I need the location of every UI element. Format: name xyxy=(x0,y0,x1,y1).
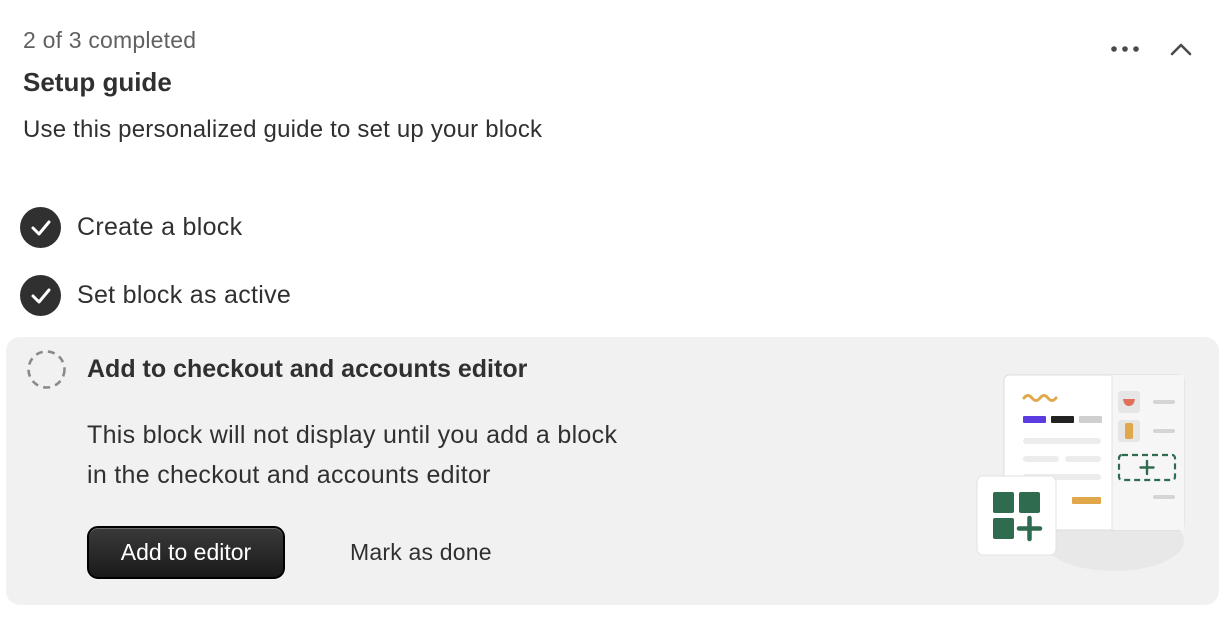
header-actions xyxy=(1106,30,1200,68)
more-horizontal-icon xyxy=(1111,46,1139,52)
progress-text: 2 of 3 completed xyxy=(23,27,197,53)
setup-guide-subtitle: Use this personalized guide to set up yo… xyxy=(23,116,543,143)
step-label[interactable]: Add to checkout and accounts editor xyxy=(87,355,527,384)
step-complete-toggle[interactable] xyxy=(20,207,61,248)
setup-guide-title: Setup guide xyxy=(23,67,172,97)
incomplete-circle-icon[interactable] xyxy=(26,349,67,390)
more-actions-button[interactable] xyxy=(1106,30,1144,68)
add-to-editor-button[interactable]: Add to editor xyxy=(87,526,285,579)
step-set-active: Set block as active xyxy=(20,275,291,316)
checkmark-icon xyxy=(31,220,50,235)
step-label[interactable]: Set block as active xyxy=(77,281,291,310)
checkmark-icon xyxy=(31,288,50,303)
step-create-block: Create a block xyxy=(20,207,242,248)
step-label[interactable]: Create a block xyxy=(77,213,242,242)
mark-as-done-button[interactable]: Mark as done xyxy=(336,526,506,579)
step-add-to-editor: Add to checkout and accounts editor This… xyxy=(6,337,1219,605)
step-complete-toggle[interactable] xyxy=(20,275,61,316)
setup-guide-card: 2 of 3 completed Setup guide Use this pe… xyxy=(0,0,1230,618)
step-description: This block will not display until you ad… xyxy=(87,415,707,495)
editor-illustration xyxy=(976,374,1185,571)
collapse-button[interactable] xyxy=(1162,30,1200,68)
step-description-line: in the checkout and accounts editor xyxy=(87,461,491,489)
chevron-up-icon xyxy=(1170,43,1192,56)
step-description-line: This block will not display until you ad… xyxy=(87,421,618,449)
